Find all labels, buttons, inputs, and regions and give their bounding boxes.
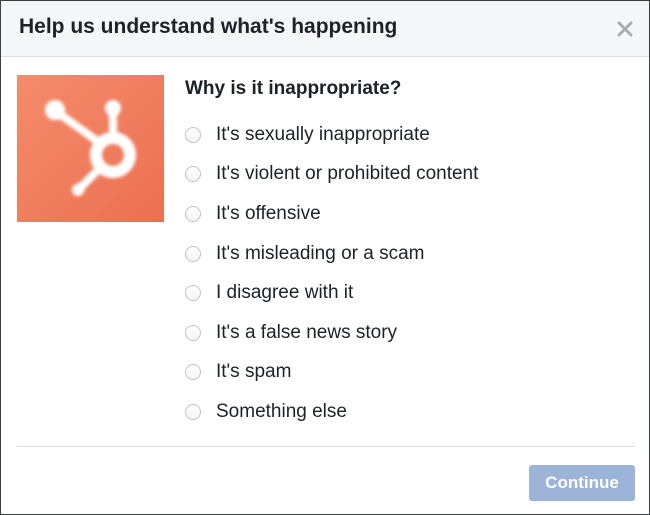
option-label: It's violent or prohibited content	[216, 163, 479, 185]
close-icon	[617, 21, 633, 37]
option-violent-content[interactable]: It's violent or prohibited content	[185, 155, 478, 195]
radio-button[interactable]	[185, 364, 201, 381]
option-disagree[interactable]: I disagree with it	[185, 273, 478, 313]
option-label: I disagree with it	[216, 282, 354, 304]
dialog-title: Help us understand what's happening	[19, 15, 398, 38]
option-sexually-inappropriate[interactable]: It's sexually inappropriate	[185, 115, 478, 155]
continue-button[interactable]: Continue	[529, 465, 635, 501]
close-button[interactable]	[615, 19, 635, 39]
dialog-header: Help us understand what's happening	[1, 1, 649, 57]
reason-options: It's sexually inappropriate It's violent…	[185, 115, 478, 432]
option-something-else[interactable]: Something else	[185, 392, 478, 432]
hubspot-sprocket-logo-icon	[45, 100, 136, 196]
radio-button[interactable]	[185, 126, 201, 143]
option-label: Something else	[216, 400, 347, 422]
option-label: It's a false news story	[216, 321, 398, 343]
content-thumbnail	[17, 75, 164, 222]
radio-button[interactable]	[185, 403, 201, 420]
option-misleading-scam[interactable]: It's misleading or a scam	[185, 234, 478, 274]
option-false-news[interactable]: It's a false news story	[185, 313, 478, 353]
radio-button[interactable]	[185, 166, 201, 183]
option-label: It's spam	[216, 361, 292, 383]
option-label: It's offensive	[216, 202, 321, 224]
question-heading: Why is it inappropriate?	[185, 78, 402, 99]
radio-button[interactable]	[185, 324, 201, 341]
report-dialog: Help us understand what's happening Why …	[0, 0, 650, 515]
option-spam[interactable]: It's spam	[185, 353, 478, 393]
option-label: It's sexually inappropriate	[216, 123, 430, 145]
radio-button[interactable]	[185, 285, 201, 302]
radio-button[interactable]	[185, 245, 201, 262]
radio-button[interactable]	[185, 205, 201, 222]
option-offensive[interactable]: It's offensive	[185, 194, 478, 234]
option-label: It's misleading or a scam	[216, 242, 425, 264]
footer-divider	[17, 446, 635, 447]
